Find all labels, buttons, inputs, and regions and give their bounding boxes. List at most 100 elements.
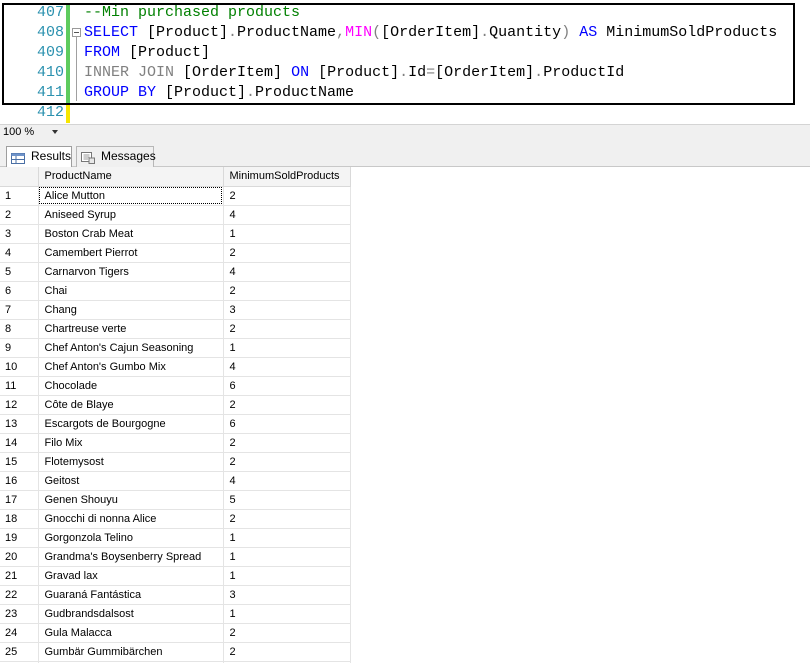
- table-row[interactable]: 3 Boston Crab Meat 1: [0, 224, 351, 244]
- column-header[interactable]: ProductName: [38, 167, 224, 187]
- code-line[interactable]: 408 SELECT [Product].ProductName,MIN([Ord…: [0, 23, 810, 43]
- table-row[interactable]: 22 Guaraná Fantástica 3: [0, 585, 351, 605]
- min-sold-cell[interactable]: 2: [223, 642, 351, 662]
- product-name-cell[interactable]: Aniseed Syrup: [38, 205, 224, 225]
- table-row[interactable]: 24 Gula Malacca 2: [0, 623, 351, 643]
- min-sold-cell[interactable]: 4: [223, 205, 351, 225]
- min-sold-cell[interactable]: 2: [223, 452, 351, 472]
- code-line[interactable]: 409 FROM [Product]: [0, 43, 810, 63]
- min-sold-cell[interactable]: 2: [223, 433, 351, 453]
- table-row[interactable]: 5 Carnarvon Tigers 4: [0, 262, 351, 282]
- product-name-cell[interactable]: Chartreuse verte: [38, 319, 224, 339]
- results-grid-area[interactable]: ProductName MinimumSoldProducts 1 Alice M…: [0, 167, 810, 663]
- table-row[interactable]: 13 Escargots de Bourgogne 6: [0, 414, 351, 434]
- zoom-dropdown[interactable]: 100 %: [0, 125, 60, 139]
- code-line[interactable]: 411 GROUP BY [Product].ProductName: [0, 83, 810, 103]
- min-sold-cell[interactable]: 6: [223, 376, 351, 396]
- table-row[interactable]: 6 Chai 2: [0, 281, 351, 301]
- product-name-cell[interactable]: Alice Mutton: [38, 186, 224, 206]
- product-name-cell[interactable]: Chef Anton's Gumbo Mix: [38, 357, 224, 377]
- table-row[interactable]: 7 Chang 3: [0, 300, 351, 320]
- row-number-cell[interactable]: 15: [0, 452, 39, 472]
- product-name-cell[interactable]: Côte de Blaye: [38, 395, 224, 415]
- results-grid[interactable]: ProductName MinimumSoldProducts 1 Alice M…: [0, 167, 351, 663]
- row-number-cell[interactable]: 16: [0, 471, 39, 491]
- row-number-cell[interactable]: 17: [0, 490, 39, 510]
- table-row[interactable]: 18 Gnocchi di nonna Alice 2: [0, 509, 351, 529]
- row-number-cell[interactable]: 7: [0, 300, 39, 320]
- min-sold-cell[interactable]: 4: [223, 357, 351, 377]
- min-sold-cell[interactable]: 2: [223, 243, 351, 263]
- table-row[interactable]: 14 Filo Mix 2: [0, 433, 351, 453]
- row-number-cell[interactable]: 19: [0, 528, 39, 548]
- table-row[interactable]: 12 Côte de Blaye 2: [0, 395, 351, 415]
- product-name-cell[interactable]: Chai: [38, 281, 224, 301]
- min-sold-cell[interactable]: 4: [223, 262, 351, 282]
- row-number-cell[interactable]: 13: [0, 414, 39, 434]
- row-number-cell[interactable]: 3: [0, 224, 39, 244]
- row-number-cell[interactable]: 5: [0, 262, 39, 282]
- table-row[interactable]: 21 Gravad lax 1: [0, 566, 351, 586]
- row-number-cell[interactable]: 1: [0, 186, 39, 206]
- code-line[interactable]: 410 INNER JOIN [OrderItem] ON [Product].I…: [0, 63, 810, 83]
- row-number-cell[interactable]: 23: [0, 604, 39, 624]
- table-row[interactable]: 4 Camembert Pierrot 2: [0, 243, 351, 263]
- table-row[interactable]: 17 Genen Shouyu 5: [0, 490, 351, 510]
- table-row[interactable]: 2 Aniseed Syrup 4: [0, 205, 351, 225]
- product-name-cell[interactable]: Carnarvon Tigers: [38, 262, 224, 282]
- row-number-cell[interactable]: 10: [0, 357, 39, 377]
- row-number-cell[interactable]: 21: [0, 566, 39, 586]
- product-name-cell[interactable]: Filo Mix: [38, 433, 224, 453]
- product-name-cell[interactable]: Gnocchi di nonna Alice: [38, 509, 224, 529]
- table-row[interactable]: 10 Chef Anton's Gumbo Mix 4: [0, 357, 351, 377]
- min-sold-cell[interactable]: 1: [223, 224, 351, 244]
- min-sold-cell[interactable]: 1: [223, 566, 351, 586]
- product-name-cell[interactable]: Camembert Pierrot: [38, 243, 224, 263]
- row-number-cell[interactable]: 11: [0, 376, 39, 396]
- min-sold-cell[interactable]: 2: [223, 186, 351, 206]
- row-number-cell[interactable]: 12: [0, 395, 39, 415]
- min-sold-cell[interactable]: 3: [223, 585, 351, 605]
- code-line[interactable]: 412: [0, 103, 810, 123]
- product-name-cell[interactable]: Chang: [38, 300, 224, 320]
- table-row[interactable]: 11 Chocolade 6: [0, 376, 351, 396]
- row-number-cell[interactable]: 24: [0, 623, 39, 643]
- row-number-header[interactable]: [0, 167, 39, 187]
- sql-editor[interactable]: 407 --Min purchased products 408 SELECT [Pr…: [0, 0, 810, 124]
- collapse-icon[interactable]: [72, 28, 81, 37]
- min-sold-cell[interactable]: 2: [223, 623, 351, 643]
- table-row[interactable]: 15 Flotemysost 2: [0, 452, 351, 472]
- table-row[interactable]: 20 Grandma's Boysenberry Spread 1: [0, 547, 351, 567]
- row-number-cell[interactable]: 4: [0, 243, 39, 263]
- table-row[interactable]: 19 Gorgonzola Telino 1: [0, 528, 351, 548]
- row-number-cell[interactable]: 9: [0, 338, 39, 358]
- product-name-cell[interactable]: Gravad lax: [38, 566, 224, 586]
- table-row[interactable]: 16 Geitost 4: [0, 471, 351, 491]
- product-name-cell[interactable]: Gula Malacca: [38, 623, 224, 643]
- row-number-cell[interactable]: 2: [0, 205, 39, 225]
- code-line[interactable]: 407 --Min purchased products: [0, 3, 810, 23]
- table-row[interactable]: 9 Chef Anton's Cajun Seasoning 1: [0, 338, 351, 358]
- table-row[interactable]: 23 Gudbrandsdalsost 1: [0, 604, 351, 624]
- min-sold-cell[interactable]: 1: [223, 338, 351, 358]
- product-name-cell[interactable]: Chef Anton's Cajun Seasoning: [38, 338, 224, 358]
- min-sold-cell[interactable]: 2: [223, 509, 351, 529]
- min-sold-cell[interactable]: 1: [223, 528, 351, 548]
- product-name-cell[interactable]: Guaraná Fantástica: [38, 585, 224, 605]
- tab-results[interactable]: Results: [6, 146, 72, 167]
- min-sold-cell[interactable]: 3: [223, 300, 351, 320]
- product-name-cell[interactable]: Gudbrandsdalsost: [38, 604, 224, 624]
- product-name-cell[interactable]: Genen Shouyu: [38, 490, 224, 510]
- min-sold-cell[interactable]: 5: [223, 490, 351, 510]
- min-sold-cell[interactable]: 1: [223, 547, 351, 567]
- row-number-cell[interactable]: 6: [0, 281, 39, 301]
- row-number-cell[interactable]: 20: [0, 547, 39, 567]
- row-number-cell[interactable]: 22: [0, 585, 39, 605]
- min-sold-cell[interactable]: 6: [223, 414, 351, 434]
- product-name-cell[interactable]: Flotemysost: [38, 452, 224, 472]
- product-name-cell[interactable]: Geitost: [38, 471, 224, 491]
- row-number-cell[interactable]: 25: [0, 642, 39, 662]
- min-sold-cell[interactable]: 1: [223, 604, 351, 624]
- product-name-cell[interactable]: Gorgonzola Telino: [38, 528, 224, 548]
- column-header[interactable]: MinimumSoldProducts: [223, 167, 351, 187]
